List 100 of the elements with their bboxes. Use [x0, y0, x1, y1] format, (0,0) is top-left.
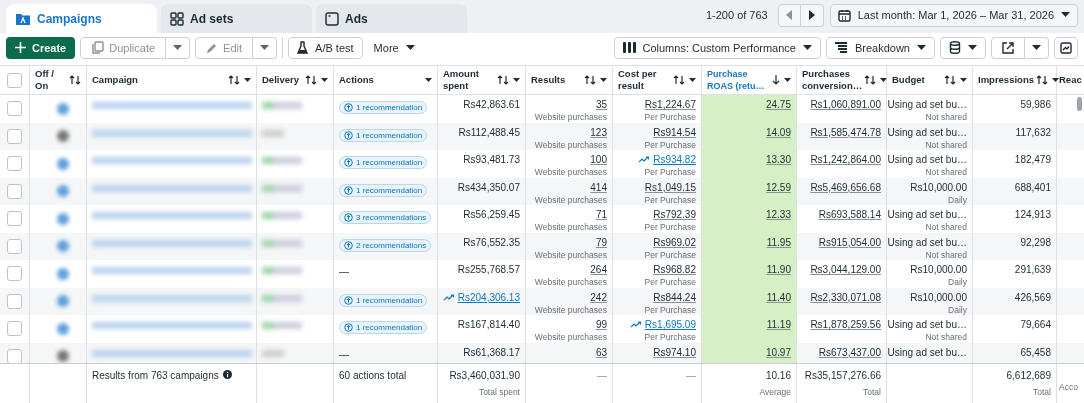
cost-value[interactable]: Rs969.02 [653, 236, 696, 248]
row-checkbox[interactable] [7, 183, 22, 199]
results-value[interactable]: 100 [590, 154, 607, 165]
select-all-checkbox[interactable] [7, 72, 22, 88]
results-value[interactable]: 99 [595, 319, 607, 330]
info-icon[interactable] [222, 370, 232, 379]
scrollbar-thumb[interactable] [1077, 97, 1082, 111]
recommendation-chip[interactable]: 1 recommendation [339, 293, 428, 307]
column-header[interactable]: Delivery [257, 66, 334, 94]
results-value[interactable]: 79 [595, 236, 607, 248]
cost-value[interactable]: Rs1,224.67 [644, 99, 696, 110]
recommendation-chip[interactable]: 1 recommendation [339, 156, 428, 169]
cost-link[interactable]: Rs1,695.09 [630, 319, 696, 330]
conversion-value[interactable]: Rs1,585,474.78 [810, 126, 881, 138]
column-header[interactable]: Cost per result [613, 66, 702, 94]
results-value[interactable]: 242 [590, 291, 607, 303]
blurred-toggle[interactable] [57, 212, 69, 225]
blurred-toggle[interactable] [57, 157, 69, 170]
row-checkbox[interactable] [7, 156, 22, 172]
conversion-value[interactable]: Rs673,437.00 [818, 346, 881, 358]
cost-value[interactable]: Rs792.39 [653, 209, 696, 220]
columns-dropdown[interactable]: Columns: Custom Performance [613, 36, 821, 59]
blurred-toggle[interactable] [57, 185, 69, 198]
blurred-toggle[interactable] [57, 322, 69, 335]
results-value[interactable]: 63 [595, 346, 607, 358]
column-header[interactable]: Results [526, 66, 613, 94]
roas-value[interactable]: 11.40 [766, 291, 791, 303]
column-header[interactable]: Purchases conversion… [797, 66, 887, 94]
blurred-toggle[interactable] [57, 295, 69, 308]
date-range-dropdown[interactable]: Last month: Mar 1, 2026 – Mar 31, 2026 [829, 3, 1078, 27]
sort-icon [584, 75, 596, 85]
results-value[interactable]: 35 [595, 99, 607, 110]
column-header[interactable]: Purchase ROAS (retu… [702, 66, 797, 94]
tab[interactable]: Ads [316, 4, 467, 33]
dropdown-button[interactable] [1025, 36, 1049, 59]
roas-value[interactable]: 11.90 [766, 264, 791, 275]
results-value[interactable]: 123 [590, 126, 607, 138]
results-value[interactable]: 71 [595, 209, 607, 220]
cost-label: Per Purchase [644, 139, 696, 150]
column-header[interactable]: Budget [887, 66, 973, 94]
budget-value: Using ad set bu… [887, 346, 967, 358]
column-header[interactable]: Off / On [30, 66, 87, 94]
column-header[interactable]: Impressions [973, 66, 1057, 94]
recommendation-chip[interactable]: 1 recommendation [339, 101, 428, 114]
ab-test-button[interactable]: A/B test [288, 36, 363, 59]
next-page-button[interactable] [800, 3, 824, 27]
column-header[interactable]: Campaign [87, 66, 257, 94]
row-checkbox[interactable] [7, 321, 22, 337]
blurred-toggle[interactable] [57, 350, 69, 363]
blurred-toggle[interactable] [57, 240, 69, 253]
recommendation-chip[interactable]: 2 recommendations [339, 238, 432, 252]
roas-value[interactable]: 12.59 [765, 181, 791, 193]
chart-button[interactable] [1054, 36, 1078, 59]
blurred-toggle[interactable] [57, 130, 69, 143]
recommendation-chip[interactable]: 1 recommendation [339, 321, 428, 334]
cost-value[interactable]: Rs844.24 [653, 291, 696, 303]
conversion-value[interactable]: Rs1,060,891.00 [810, 99, 881, 110]
recommendation-chip[interactable]: 1 recommendation [339, 128, 428, 142]
roas-value[interactable]: 11.19 [766, 319, 791, 330]
roas-value[interactable]: 13.30 [765, 154, 791, 165]
column-header[interactable]: Amount spent [438, 66, 526, 94]
conversion-value[interactable]: Rs915,054.00 [818, 236, 881, 248]
breakdown-dropdown[interactable]: Breakdown [825, 36, 935, 59]
conversion-value[interactable]: Rs1,242,864.00 [810, 154, 881, 165]
tab[interactable]: Ad sets [161, 4, 312, 33]
cost-value[interactable]: Rs914.54 [653, 126, 696, 138]
conversion-value[interactable]: Rs5,469,656.68 [810, 181, 881, 193]
blurred-toggle[interactable] [57, 102, 69, 115]
roas-value[interactable]: 10.97 [765, 346, 791, 358]
conversion-value[interactable]: Rs693,588.14 [818, 209, 881, 220]
conversion-value[interactable]: Rs3,044,129.00 [810, 264, 881, 275]
row-checkbox[interactable] [7, 211, 22, 227]
tab[interactable]: Campaigns [6, 4, 157, 33]
recommendation-chip[interactable]: 1 recommendation [339, 183, 428, 197]
row-checkbox[interactable] [7, 293, 22, 309]
row-checkbox[interactable] [7, 128, 22, 144]
cost-link[interactable]: Rs934.82 [639, 154, 696, 165]
column-header[interactable]: Reac [1057, 66, 1084, 94]
conversion-value[interactable]: Rs2,330,071.08 [810, 291, 881, 303]
export-button[interactable] [991, 36, 1025, 59]
row-checkbox[interactable] [7, 101, 22, 117]
recommendation-chip[interactable]: 3 recommendations [339, 211, 432, 224]
blurred-toggle[interactable] [57, 267, 69, 280]
more-dropdown[interactable]: More [367, 41, 421, 54]
row-checkbox[interactable] [7, 238, 22, 254]
roas-value[interactable]: 14.09 [765, 126, 791, 138]
cost-value[interactable]: Rs1,049.15 [644, 181, 696, 193]
row-checkbox[interactable] [7, 266, 22, 282]
cost-value[interactable]: Rs968.82 [653, 264, 696, 275]
cost-value[interactable]: Rs974.10 [653, 346, 696, 358]
column-header[interactable]: Actions [334, 66, 438, 94]
results-value[interactable]: 264 [590, 264, 607, 275]
amount-link[interactable]: Rs204,306.13 [443, 291, 520, 303]
roas-value[interactable]: 24.75 [765, 99, 791, 110]
results-value[interactable]: 414 [590, 181, 607, 193]
roas-value[interactable]: 11.95 [766, 236, 791, 248]
row-checkbox[interactable] [7, 348, 22, 363]
create-button[interactable]: Create [6, 36, 76, 59]
conversion-value[interactable]: Rs1,878,259.56 [810, 319, 881, 330]
roas-value[interactable]: 12.33 [765, 209, 791, 220]
